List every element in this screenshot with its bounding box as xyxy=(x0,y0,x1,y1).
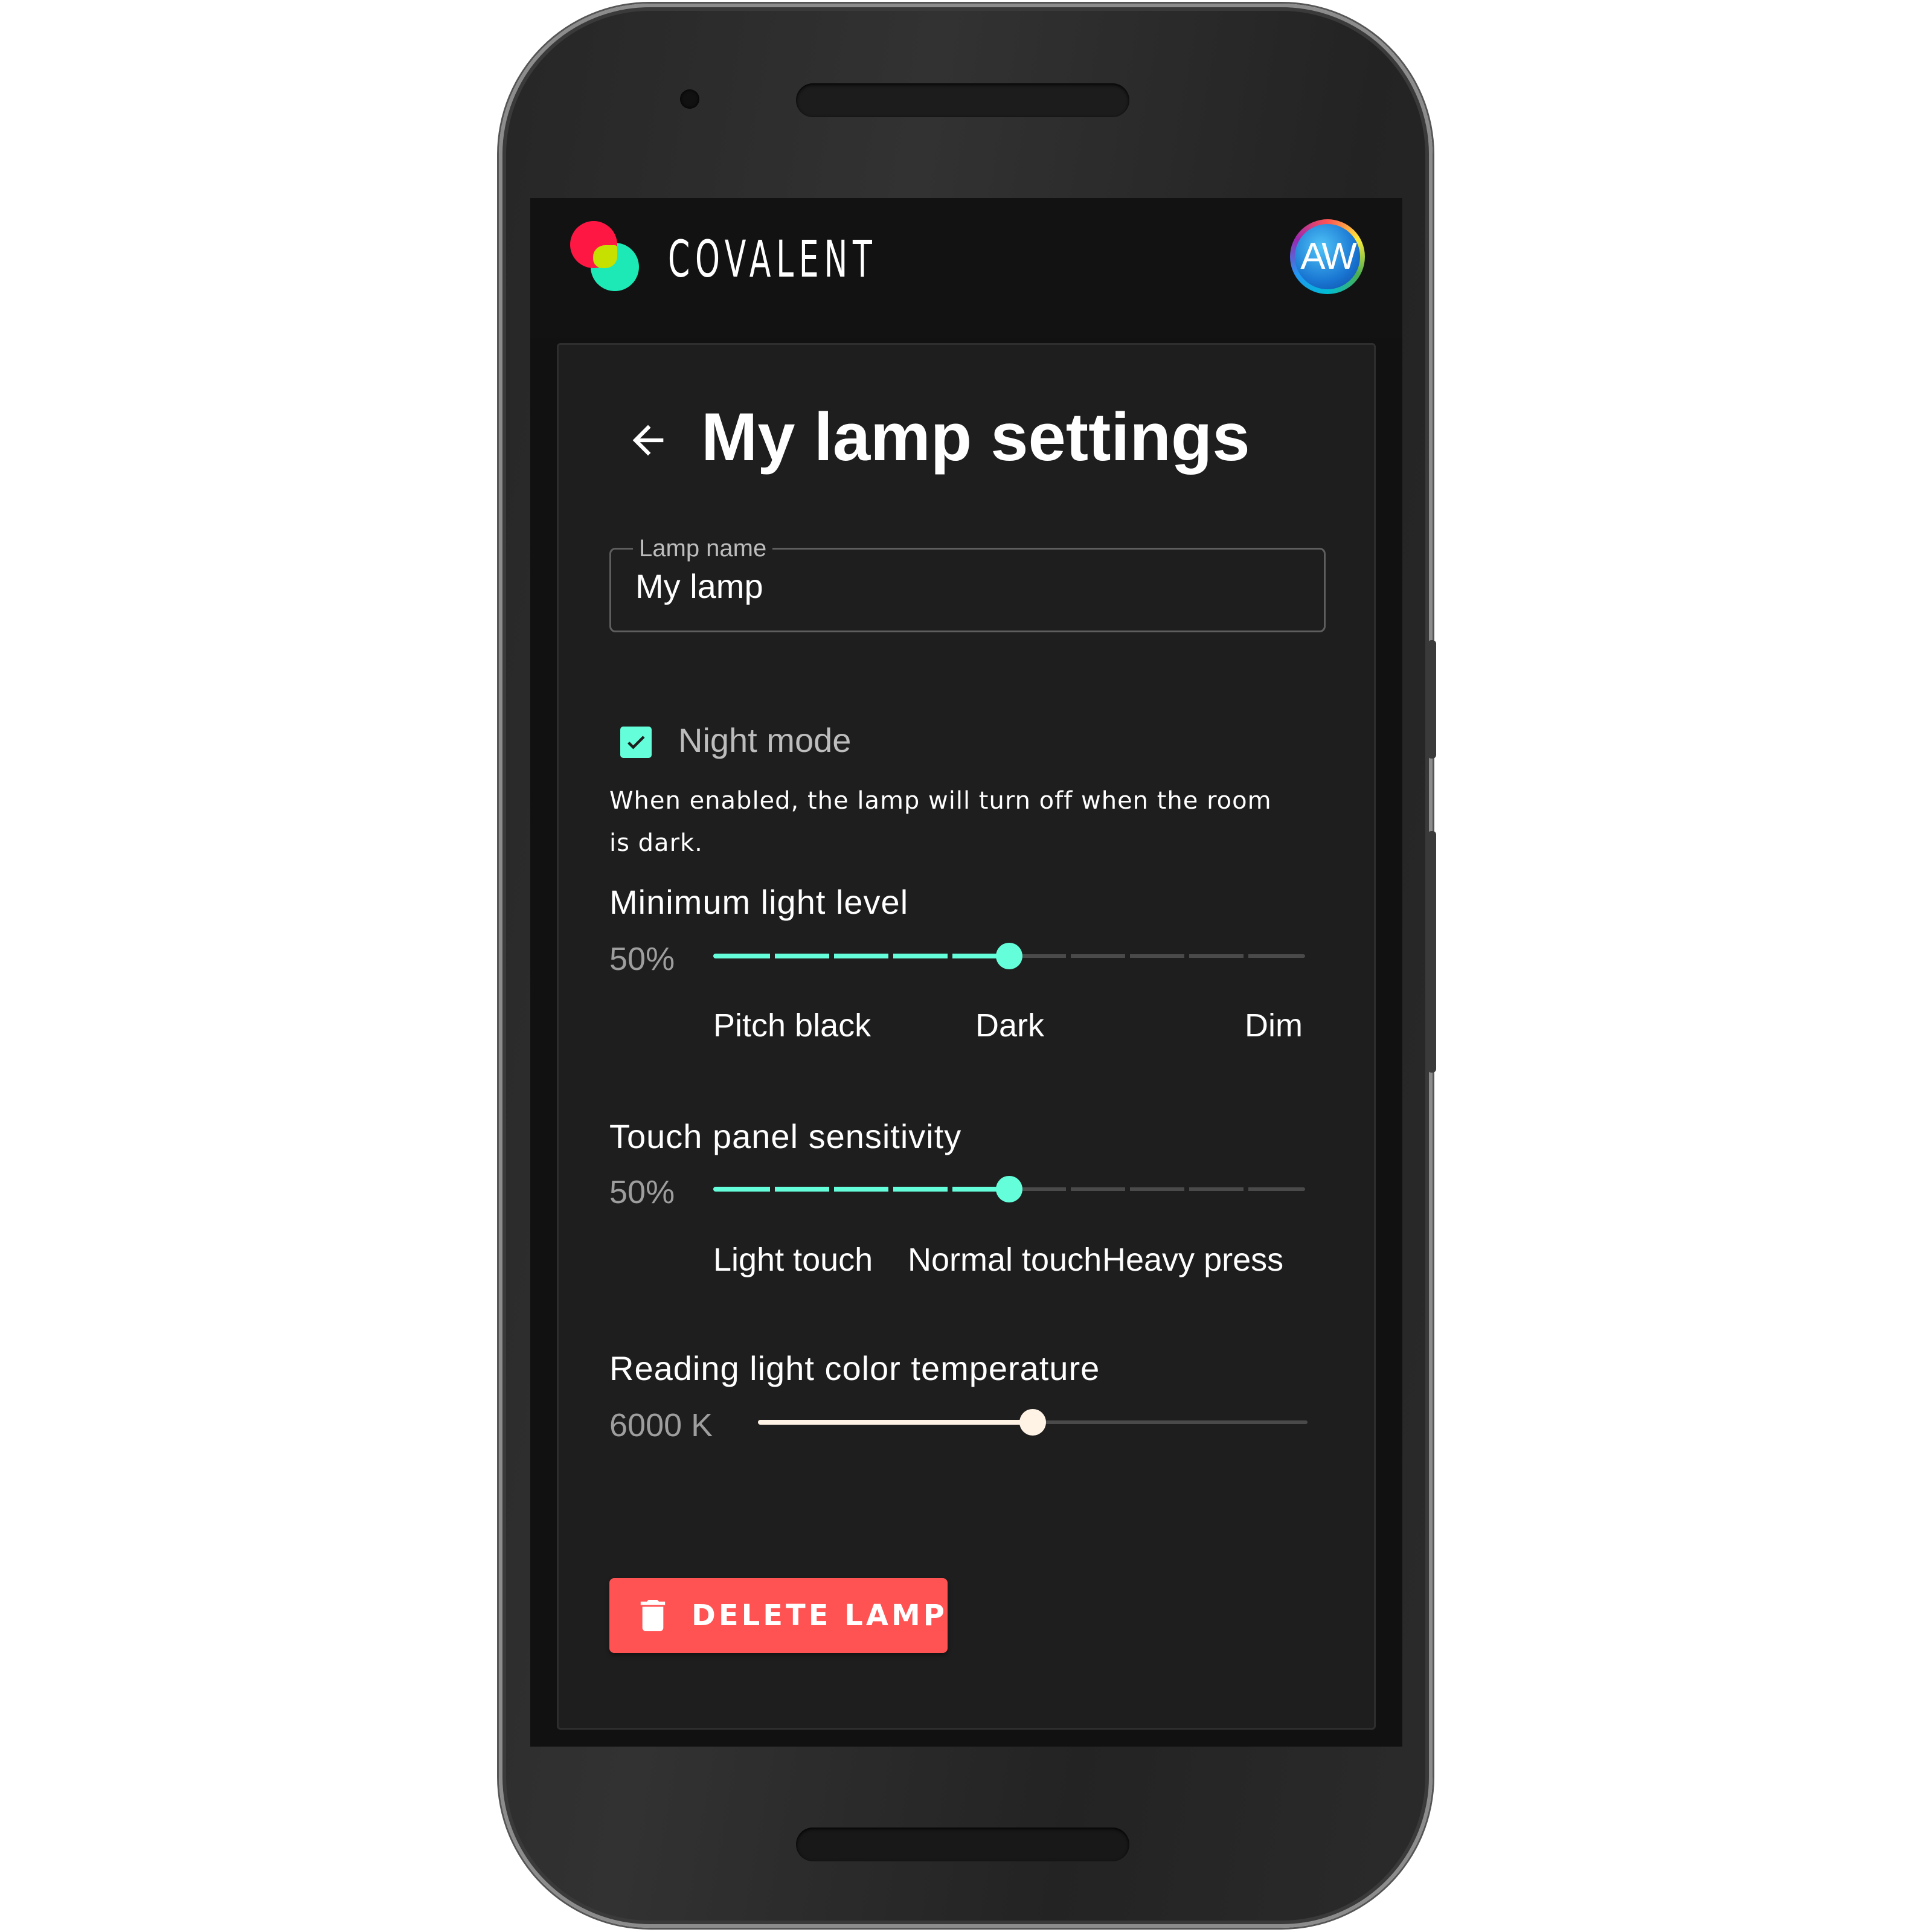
app-toolbar: COVALENT AW xyxy=(530,198,1402,338)
night-mode-checkbox[interactable] xyxy=(620,727,652,758)
arrow-left-icon[interactable] xyxy=(625,417,671,463)
touch-label-heavy: Heavy press xyxy=(1102,1242,1284,1278)
touch-label-light: Light touch xyxy=(713,1242,873,1278)
settings-card: My lamp settings Lamp name Night mode Wh… xyxy=(557,343,1376,1730)
min-light-slider[interactable] xyxy=(713,938,1305,974)
slider-tick xyxy=(829,954,834,958)
night-mode-label[interactable]: Night mode xyxy=(678,720,851,760)
slider-thumb[interactable] xyxy=(1019,1409,1046,1436)
slider-tick xyxy=(948,954,952,958)
touch-value: 50% xyxy=(609,1174,675,1210)
slider-tick xyxy=(1184,1187,1189,1192)
delete-lamp-label: DELETE LAMP xyxy=(692,1599,948,1632)
front-camera xyxy=(680,89,699,109)
lamp-name-label: Lamp name xyxy=(633,535,773,562)
slider-tick xyxy=(770,954,775,958)
slider-tick xyxy=(1125,954,1130,958)
earpiece-speaker xyxy=(796,83,1129,117)
power-button xyxy=(1428,640,1436,759)
lamp-name-input[interactable] xyxy=(635,566,1300,606)
bottom-speaker xyxy=(796,1828,1129,1861)
slider-tick xyxy=(1244,1187,1248,1192)
trash-icon xyxy=(640,1600,666,1631)
color-temp-title: Reading light color temperature xyxy=(609,1349,1100,1387)
min-light-value: 50% xyxy=(609,941,675,977)
slider-tick xyxy=(1066,1187,1071,1192)
slider-tick xyxy=(770,1187,775,1192)
check-icon xyxy=(627,736,645,749)
slider-tick xyxy=(1066,954,1071,958)
slider-thumb[interactable] xyxy=(996,1176,1022,1202)
slider-tick xyxy=(829,1187,834,1192)
slider-tick xyxy=(948,1187,952,1192)
phone-screen: COVALENT AW My lamp settings Lamp name N… xyxy=(530,198,1402,1747)
user-avatar[interactable]: AW xyxy=(1290,219,1365,294)
delete-lamp-button[interactable]: DELETE LAMP xyxy=(609,1578,948,1653)
volume-button xyxy=(1428,831,1436,1073)
slider-tick xyxy=(1184,954,1189,958)
brand-name: COVALENT xyxy=(668,229,878,289)
page-title: My lamp settings xyxy=(701,399,1250,475)
min-light-label-dim: Dim xyxy=(1245,1007,1303,1044)
slider-tick xyxy=(1125,1187,1130,1192)
min-light-title: Minimum light level xyxy=(609,883,909,921)
touch-slider[interactable] xyxy=(713,1171,1305,1207)
avatar-initials: AW xyxy=(1300,236,1357,277)
touch-title: Touch panel sensitivity xyxy=(609,1117,962,1155)
slider-thumb[interactable] xyxy=(996,943,1022,969)
covalent-logo-icon xyxy=(570,221,649,300)
color-temp-slider[interactable] xyxy=(758,1404,1308,1440)
slider-fill xyxy=(713,1187,1009,1192)
color-temp-value: 6000 K xyxy=(609,1407,713,1443)
touch-label-normal: Normal touch xyxy=(908,1242,1102,1278)
min-light-label-dark: Dark xyxy=(975,1007,1045,1044)
slider-fill xyxy=(713,954,1009,958)
slider-tick xyxy=(888,1187,893,1192)
night-mode-hint: When enabled, the lamp will turn off whe… xyxy=(609,787,1272,857)
slider-tick xyxy=(1244,954,1248,958)
lamp-name-field[interactable]: Lamp name xyxy=(609,535,1326,632)
slider-fill xyxy=(758,1420,1033,1425)
min-light-label-pitch-black: Pitch black xyxy=(713,1007,871,1044)
slider-tick xyxy=(888,954,893,958)
